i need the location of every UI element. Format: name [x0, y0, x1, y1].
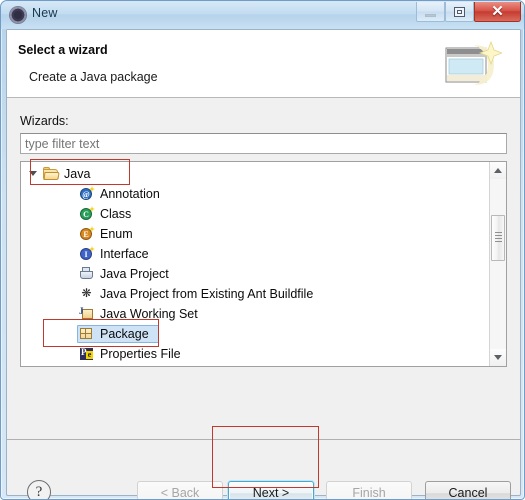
tree-item-label: Annotation	[100, 187, 160, 201]
dialog-header: Select a wizard Create a Java package	[7, 30, 520, 98]
close-button[interactable]: ✕	[474, 2, 521, 22]
tree-item-package[interactable]: Package	[21, 324, 489, 344]
tree-item-java-project[interactable]: Java Project	[21, 264, 489, 284]
tree-item-label: Java Working Set	[100, 307, 198, 321]
tree-item-java-project-from-ant-buildfile[interactable]: ❋ Java Project from Existing Ant Buildfi…	[21, 284, 489, 304]
java-working-set-icon: J	[79, 306, 95, 322]
folder-open-icon	[43, 166, 60, 182]
java-class-icon: C	[79, 206, 95, 222]
tree-item-label: Java	[64, 167, 91, 181]
java-enum-icon: E	[79, 226, 95, 242]
java-package-icon	[79, 326, 95, 342]
tree-item-properties-file[interactable]: Pe Properties File	[21, 344, 489, 364]
close-icon: ✕	[491, 2, 504, 20]
tree-item-java-working-set[interactable]: J Java Working Set	[21, 304, 489, 324]
tree-item-label: Class	[100, 207, 132, 221]
tree-scrollbar[interactable]	[489, 162, 506, 366]
properties-file-icon: Pe	[80, 347, 93, 360]
maximize-button[interactable]	[445, 2, 474, 22]
tree-item-enum[interactable]: E Enum	[21, 224, 489, 244]
tree-item-label: Java Project	[100, 267, 169, 281]
scrollbar-grip-icon	[495, 235, 502, 236]
scrollbar-thumb[interactable]	[491, 215, 505, 261]
tree-item-label: Properties File	[100, 347, 181, 361]
minimize-icon	[425, 13, 436, 17]
tree-item-class[interactable]: C Class	[21, 204, 489, 224]
ant-buildfile-icon: ❋	[81, 286, 92, 300]
minimize-button[interactable]	[416, 2, 445, 22]
eclipse-new-icon	[10, 7, 26, 23]
button-bar-separator	[7, 439, 520, 440]
java-project-icon	[79, 266, 95, 282]
java-annotation-icon: @	[79, 186, 95, 202]
cancel-button[interactable]: Cancel	[425, 481, 511, 499]
wizard-tree-list: Java @ Annotation C Class E Enum I Inter…	[21, 164, 489, 364]
tree-item-label: Package	[100, 327, 149, 341]
wizard-tree[interactable]: Java @ Annotation C Class E Enum I Inter…	[20, 161, 507, 367]
tree-item-annotation[interactable]: @ Annotation	[21, 184, 489, 204]
next-button[interactable]: Next >	[228, 481, 314, 499]
window-title: New	[32, 6, 58, 20]
wizards-label: Wizards:	[20, 114, 69, 128]
tree-item-interface[interactable]: I Interface	[21, 244, 489, 264]
tree-item-java[interactable]: Java	[21, 164, 489, 184]
scroll-down-arrow-icon[interactable]	[490, 349, 506, 366]
tree-item-label: Interface	[100, 247, 149, 261]
help-button[interactable]: ?	[27, 480, 51, 499]
tree-item-label: Java Project from Existing Ant Buildfile	[100, 287, 314, 301]
back-button: < Back	[137, 481, 223, 499]
wizard-window-sparkle-icon	[445, 40, 502, 85]
maximize-icon	[454, 6, 465, 17]
chevron-down-icon[interactable]	[29, 171, 37, 176]
title-bar: New ✕	[1, 1, 524, 29]
page-title: Select a wizard	[18, 43, 108, 57]
tree-item-label: Enum	[100, 227, 133, 241]
finish-button: Finish	[326, 481, 412, 499]
new-wizard-dialog: New ✕ Select a wizard Create a Java pack…	[0, 0, 525, 500]
dialog-client-area: Select a wizard Create a Java package Wi…	[6, 29, 521, 499]
filter-input[interactable]	[20, 133, 507, 154]
page-description: Create a Java package	[29, 70, 158, 84]
scroll-up-arrow-icon[interactable]	[490, 162, 506, 179]
java-interface-icon: I	[79, 246, 95, 262]
